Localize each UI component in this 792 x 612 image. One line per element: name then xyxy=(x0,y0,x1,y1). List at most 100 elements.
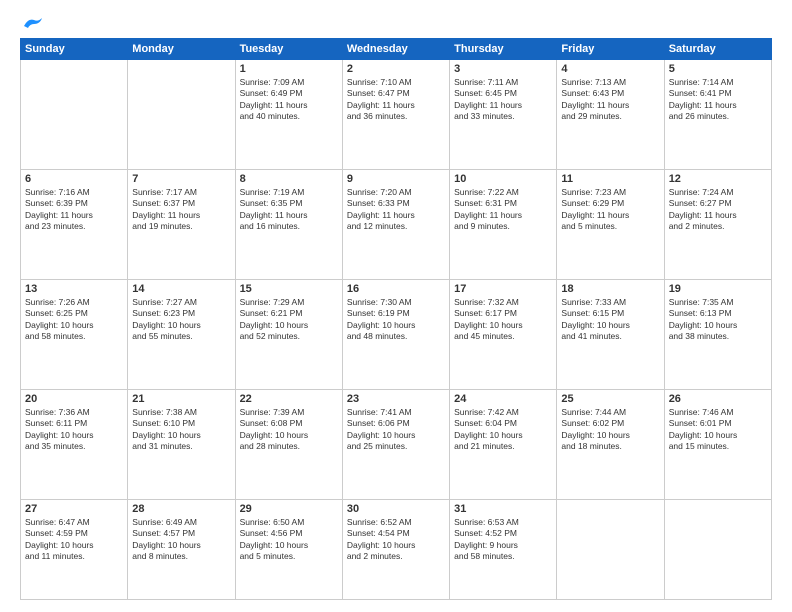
day-number: 1 xyxy=(240,63,338,75)
cell-content: Sunrise: 7:14 AMSunset: 6:41 PMDaylight:… xyxy=(669,77,767,123)
cell-content: Sunrise: 7:32 AMSunset: 6:17 PMDaylight:… xyxy=(454,297,552,343)
cell-content: Sunrise: 7:44 AMSunset: 6:02 PMDaylight:… xyxy=(561,407,659,453)
cell-content: Sunrise: 7:24 AMSunset: 6:27 PMDaylight:… xyxy=(669,187,767,233)
calendar-week-row: 1 Sunrise: 7:09 AMSunset: 6:49 PMDaylight… xyxy=(21,60,772,170)
day-of-week-header: Thursday xyxy=(450,39,557,60)
day-of-week-header: Saturday xyxy=(664,39,771,60)
cell-content: Sunrise: 6:50 AMSunset: 4:56 PMDaylight:… xyxy=(240,517,338,563)
day-number: 4 xyxy=(561,63,659,75)
cell-content: Sunrise: 7:29 AMSunset: 6:21 PMDaylight:… xyxy=(240,297,338,343)
calendar-cell xyxy=(128,60,235,170)
calendar-cell: 1 Sunrise: 7:09 AMSunset: 6:49 PMDaylight… xyxy=(235,60,342,170)
cell-content: Sunrise: 6:53 AMSunset: 4:52 PMDaylight:… xyxy=(454,517,552,563)
calendar-header-row: SundayMondayTuesdayWednesdayThursdayFrid… xyxy=(21,39,772,60)
day-number: 3 xyxy=(454,63,552,75)
logo xyxy=(20,16,44,28)
day-number: 20 xyxy=(25,393,123,405)
cell-content: Sunrise: 7:38 AMSunset: 6:10 PMDaylight:… xyxy=(132,407,230,453)
day-of-week-header: Sunday xyxy=(21,39,128,60)
calendar-cell: 18Sunrise: 7:33 AMSunset: 6:15 PMDayligh… xyxy=(557,280,664,390)
cell-content: Sunrise: 7:41 AMSunset: 6:06 PMDaylight:… xyxy=(347,407,445,453)
cell-content: Sunrise: 6:52 AMSunset: 4:54 PMDaylight:… xyxy=(347,517,445,563)
day-number: 14 xyxy=(132,283,230,295)
cell-content: Sunrise: 7:16 AMSunset: 6:39 PMDaylight:… xyxy=(25,187,123,233)
day-number: 15 xyxy=(240,283,338,295)
day-number: 2 xyxy=(347,63,445,75)
calendar-cell: 11 Sunrise: 7:23 AMSunset: 6:29 PMDayligh… xyxy=(557,170,664,280)
calendar-cell: 26 Sunrise: 7:46 AMSunset: 6:01 PMDayligh… xyxy=(664,390,771,500)
day-number: 6 xyxy=(25,173,123,185)
calendar-cell: 31Sunrise: 6:53 AMSunset: 4:52 PMDayligh… xyxy=(450,500,557,600)
day-of-week-header: Friday xyxy=(557,39,664,60)
day-number: 24 xyxy=(454,393,552,405)
calendar-cell: 9 Sunrise: 7:20 AMSunset: 6:33 PMDaylight… xyxy=(342,170,449,280)
cell-content: Sunrise: 7:09 AMSunset: 6:49 PMDaylight:… xyxy=(240,77,338,123)
day-number: 29 xyxy=(240,503,338,515)
calendar-cell: 2 Sunrise: 7:10 AMSunset: 6:47 PMDaylight… xyxy=(342,60,449,170)
cell-content: Sunrise: 7:36 AMSunset: 6:11 PMDaylight:… xyxy=(25,407,123,453)
calendar-cell: 14 Sunrise: 7:27 AMSunset: 6:23 PMDayligh… xyxy=(128,280,235,390)
cell-content: Sunrise: 7:46 AMSunset: 6:01 PMDaylight:… xyxy=(669,407,767,453)
calendar-cell: 8Sunrise: 7:19 AMSunset: 6:35 PMDaylight… xyxy=(235,170,342,280)
calendar-week-row: 6 Sunrise: 7:16 AMSunset: 6:39 PMDaylight… xyxy=(21,170,772,280)
header xyxy=(20,16,772,28)
calendar-table: SundayMondayTuesdayWednesdayThursdayFrid… xyxy=(20,38,772,600)
day-number: 22 xyxy=(240,393,338,405)
calendar-week-row: 13 Sunrise: 7:26 AMSunset: 6:25 PMDayligh… xyxy=(21,280,772,390)
calendar-cell: 30Sunrise: 6:52 AMSunset: 4:54 PMDayligh… xyxy=(342,500,449,600)
calendar-cell: 21 Sunrise: 7:38 AMSunset: 6:10 PMDayligh… xyxy=(128,390,235,500)
calendar-cell: 19Sunrise: 7:35 AMSunset: 6:13 PMDayligh… xyxy=(664,280,771,390)
cell-content: Sunrise: 7:30 AMSunset: 6:19 PMDaylight:… xyxy=(347,297,445,343)
day-number: 10 xyxy=(454,173,552,185)
cell-content: Sunrise: 7:17 AMSunset: 6:37 PMDaylight:… xyxy=(132,187,230,233)
calendar-cell xyxy=(664,500,771,600)
logo-bird-icon xyxy=(22,16,44,32)
calendar-cell: 22 Sunrise: 7:39 AMSunset: 6:08 PMDayligh… xyxy=(235,390,342,500)
cell-content: Sunrise: 7:26 AMSunset: 6:25 PMDaylight:… xyxy=(25,297,123,343)
cell-content: Sunrise: 7:11 AMSunset: 6:45 PMDaylight:… xyxy=(454,77,552,123)
cell-content: Sunrise: 7:20 AMSunset: 6:33 PMDaylight:… xyxy=(347,187,445,233)
day-number: 11 xyxy=(561,173,659,185)
calendar-cell: 7 Sunrise: 7:17 AMSunset: 6:37 PMDaylight… xyxy=(128,170,235,280)
calendar-cell xyxy=(557,500,664,600)
calendar-cell: 23 Sunrise: 7:41 AMSunset: 6:06 PMDayligh… xyxy=(342,390,449,500)
cell-content: Sunrise: 7:33 AMSunset: 6:15 PMDaylight:… xyxy=(561,297,659,343)
cell-content: Sunrise: 7:22 AMSunset: 6:31 PMDaylight:… xyxy=(454,187,552,233)
calendar-week-row: 20 Sunrise: 7:36 AMSunset: 6:11 PMDayligh… xyxy=(21,390,772,500)
cell-content: Sunrise: 7:13 AMSunset: 6:43 PMDaylight:… xyxy=(561,77,659,123)
calendar-cell: 28Sunrise: 6:49 AMSunset: 4:57 PMDayligh… xyxy=(128,500,235,600)
calendar-cell: 5 Sunrise: 7:14 AMSunset: 6:41 PMDaylight… xyxy=(664,60,771,170)
cell-content: Sunrise: 7:27 AMSunset: 6:23 PMDaylight:… xyxy=(132,297,230,343)
calendar-cell: 24 Sunrise: 7:42 AMSunset: 6:04 PMDayligh… xyxy=(450,390,557,500)
cell-content: Sunrise: 7:19 AMSunset: 6:35 PMDaylight:… xyxy=(240,187,338,233)
day-number: 25 xyxy=(561,393,659,405)
day-number: 5 xyxy=(669,63,767,75)
day-number: 9 xyxy=(347,173,445,185)
cell-content: Sunrise: 7:23 AMSunset: 6:29 PMDaylight:… xyxy=(561,187,659,233)
day-number: 26 xyxy=(669,393,767,405)
cell-content: Sunrise: 7:35 AMSunset: 6:13 PMDaylight:… xyxy=(669,297,767,343)
calendar-cell: 6 Sunrise: 7:16 AMSunset: 6:39 PMDaylight… xyxy=(21,170,128,280)
day-number: 23 xyxy=(347,393,445,405)
calendar-cell: 27 Sunrise: 6:47 AMSunset: 4:59 PMDayligh… xyxy=(21,500,128,600)
day-number: 21 xyxy=(132,393,230,405)
day-of-week-header: Monday xyxy=(128,39,235,60)
day-of-week-header: Wednesday xyxy=(342,39,449,60)
cell-content: Sunrise: 7:42 AMSunset: 6:04 PMDaylight:… xyxy=(454,407,552,453)
day-number: 16 xyxy=(347,283,445,295)
calendar-cell: 29 Sunrise: 6:50 AMSunset: 4:56 PMDayligh… xyxy=(235,500,342,600)
calendar-cell: 20 Sunrise: 7:36 AMSunset: 6:11 PMDayligh… xyxy=(21,390,128,500)
calendar-cell: 16 Sunrise: 7:30 AMSunset: 6:19 PMDayligh… xyxy=(342,280,449,390)
day-number: 28 xyxy=(132,503,230,515)
cell-content: Sunrise: 7:10 AMSunset: 6:47 PMDaylight:… xyxy=(347,77,445,123)
day-number: 7 xyxy=(132,173,230,185)
cell-content: Sunrise: 6:47 AMSunset: 4:59 PMDaylight:… xyxy=(25,517,123,563)
cell-content: Sunrise: 7:39 AMSunset: 6:08 PMDaylight:… xyxy=(240,407,338,453)
day-number: 12 xyxy=(669,173,767,185)
day-number: 27 xyxy=(25,503,123,515)
day-number: 13 xyxy=(25,283,123,295)
calendar-week-row: 27 Sunrise: 6:47 AMSunset: 4:59 PMDayligh… xyxy=(21,500,772,600)
calendar-cell: 10 Sunrise: 7:22 AMSunset: 6:31 PMDayligh… xyxy=(450,170,557,280)
calendar-cell xyxy=(21,60,128,170)
calendar-cell: 17Sunrise: 7:32 AMSunset: 6:17 PMDayligh… xyxy=(450,280,557,390)
